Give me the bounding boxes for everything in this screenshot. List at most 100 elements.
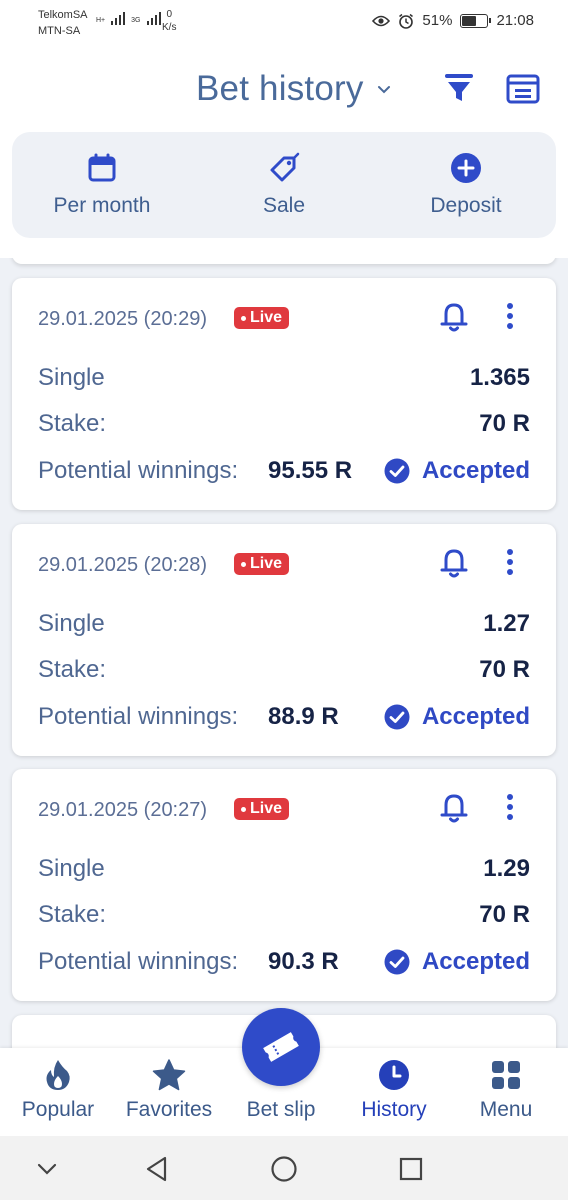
bet-card[interactable]: 29.01.2025 (20:28) Live Single 1.27 Stak…	[12, 524, 556, 756]
stake-label: Stake:	[38, 656, 107, 683]
bet-type: Single	[38, 610, 105, 637]
home-circle-icon[interactable]	[269, 1154, 299, 1184]
nav-popular-label: Popular	[21, 1098, 95, 1121]
network-speed: 0 K/s	[162, 8, 176, 34]
nav-popular[interactable]: Popular	[14, 1048, 102, 1136]
bet-card[interactable]: 29.01.2025 (20:29) Live Single 1.365 Sta…	[12, 278, 556, 510]
status-bar: TelkomSA MTN-SA H+ 3G 0 K/s 51% 21:08	[0, 0, 568, 44]
sale-button[interactable]: Sale	[244, 132, 324, 238]
eye-icon	[372, 15, 391, 26]
status-text: Accepted	[421, 703, 530, 730]
grid-icon	[489, 1058, 523, 1092]
star-icon	[152, 1058, 186, 1092]
bet-type: Single	[38, 364, 105, 391]
flame-icon	[41, 1058, 75, 1092]
per-month-button[interactable]: Per month	[48, 132, 156, 238]
nav-history-label: History	[361, 1098, 427, 1121]
bell-icon[interactable]	[436, 544, 472, 580]
ticket-icon	[263, 1032, 299, 1062]
chevron-down-icon[interactable]	[376, 82, 392, 98]
status-text: Accepted	[421, 457, 530, 484]
winnings-value: 95.55 R	[268, 457, 353, 484]
nav-menu-label: Menu	[479, 1098, 533, 1121]
more-vertical-icon[interactable]	[498, 791, 522, 823]
status-badge: Accepted	[384, 948, 530, 976]
check-circle-icon	[384, 458, 410, 484]
nav-menu[interactable]: Menu	[468, 1048, 544, 1136]
plus-circle-icon	[450, 152, 482, 184]
status-badge: Accepted	[384, 457, 530, 485]
signal-icon	[146, 9, 161, 25]
bell-icon[interactable]	[436, 298, 472, 334]
status-right: 51% 21:08	[372, 12, 534, 29]
archive-icon[interactable]	[506, 74, 540, 104]
nav-bet-slip-label: Bet slip	[246, 1098, 316, 1121]
price-tag-icon	[268, 152, 300, 184]
speed-value: 0	[166, 9, 172, 20]
battery-percent: 51%	[422, 12, 453, 29]
quick-actions-bar: Per month Sale Deposit	[12, 132, 556, 238]
check-circle-icon	[384, 704, 410, 730]
deposit-button[interactable]: Deposit	[416, 132, 516, 238]
nav-history[interactable]: History	[350, 1048, 438, 1136]
back-triangle-icon[interactable]	[142, 1154, 172, 1184]
winnings-label: Potential winnings:	[38, 948, 239, 975]
winnings-value: 88.9 R	[268, 703, 339, 730]
live-label: Live	[250, 800, 283, 817]
bet-date: 29.01.2025 (20:28)	[38, 554, 208, 576]
stake-value: 70 R	[479, 901, 530, 928]
battery-icon	[460, 13, 492, 28]
bet-date: 29.01.2025 (20:29)	[38, 308, 208, 330]
status-badge: Accepted	[384, 703, 530, 731]
nav-favorites-label: Favorites	[125, 1098, 213, 1121]
signal-icon	[111, 9, 126, 25]
bet-odds: 1.27	[483, 610, 530, 637]
previous-card-edge	[12, 258, 556, 264]
carrier-2: MTN-SA	[38, 25, 81, 37]
bet-odds: 1.365	[469, 364, 530, 391]
clock-time: 21:08	[496, 12, 534, 29]
live-badge: Live	[234, 798, 290, 820]
winnings-value: 90.3 R	[268, 948, 339, 975]
stake-value: 70 R	[479, 656, 530, 683]
bet-odds: 1.29	[483, 855, 530, 882]
live-label: Live	[250, 309, 283, 326]
signal-indicators: H+ 3G	[96, 9, 161, 25]
bet-slip-button[interactable]	[242, 1008, 320, 1086]
calendar-icon	[86, 152, 118, 184]
deposit-label: Deposit	[430, 194, 502, 217]
stake-value: 70 R	[479, 410, 530, 437]
bet-type: Single	[38, 855, 105, 882]
clock-icon	[377, 1058, 411, 1092]
bet-list[interactable]: 29.01.2025 (20:29) Live Single 1.365 Sta…	[0, 258, 568, 1048]
live-badge: Live	[234, 307, 290, 329]
bell-icon[interactable]	[436, 789, 472, 825]
per-month-label: Per month	[53, 194, 151, 217]
nav-favorites[interactable]: Favorites	[120, 1048, 218, 1136]
network-type-2: 3G	[131, 17, 141, 24]
winnings-label: Potential winnings:	[38, 457, 239, 484]
sale-label: Sale	[262, 194, 306, 217]
bet-card[interactable]: 29.01.2025 (20:27) Live Single 1.29 Stak…	[12, 769, 556, 1001]
status-text: Accepted	[421, 948, 530, 975]
carrier-info: TelkomSA MTN-SA	[38, 7, 88, 39]
system-navigation-bar	[0, 1136, 568, 1200]
bet-date: 29.01.2025 (20:27)	[38, 799, 208, 821]
carrier-1: TelkomSA	[38, 9, 88, 21]
network-type-1: H+	[96, 17, 106, 24]
live-badge: Live	[234, 553, 290, 575]
more-vertical-icon[interactable]	[498, 546, 522, 578]
check-circle-icon	[384, 949, 410, 975]
chevron-down-icon[interactable]	[32, 1154, 62, 1184]
alarm-icon	[399, 13, 414, 29]
speed-unit: K/s	[162, 22, 177, 33]
more-vertical-icon[interactable]	[498, 300, 522, 332]
page-title[interactable]: Bet history	[196, 69, 364, 109]
app-header: Bet history Per month Sale Deposit	[0, 44, 568, 258]
stake-label: Stake:	[38, 410, 107, 437]
filter-icon[interactable]	[444, 72, 474, 104]
winnings-label: Potential winnings:	[38, 703, 239, 730]
recents-square-icon[interactable]	[396, 1154, 426, 1184]
live-label: Live	[250, 555, 283, 572]
stake-label: Stake:	[38, 901, 107, 928]
